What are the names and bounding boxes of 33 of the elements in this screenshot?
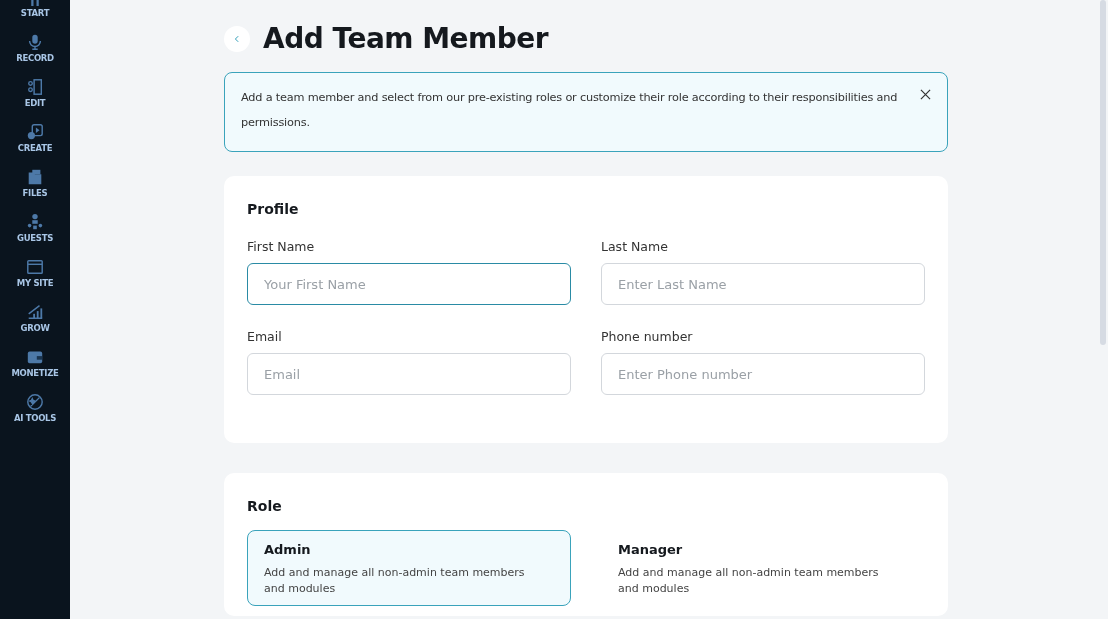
chevron-left-icon	[233, 34, 241, 43]
sidebar-item[interactable]: START	[20, 0, 50, 24]
input-field[interactable]: Your First Name	[247, 263, 571, 305]
sidebar-item[interactable]: FILES	[22, 159, 48, 204]
role-description: Add and manage all non-admin team members and modules	[264, 565, 526, 597]
field-label: Phone number	[601, 329, 694, 344]
bar-chart-icon	[26, 303, 44, 321]
people-icon	[26, 213, 44, 231]
role-name: Admin	[264, 542, 312, 557]
page-title: Add Team Member	[263, 22, 549, 55]
sidebar-item[interactable]: MONETIZE	[11, 339, 59, 384]
section-heading: Profile	[247, 201, 300, 217]
video-plus-icon	[26, 123, 44, 141]
role-name: Manager	[618, 542, 684, 557]
field-label: First Name	[247, 239, 316, 254]
field-label: Last Name	[601, 239, 669, 254]
section-heading: Role	[247, 498, 283, 514]
browser-icon	[26, 258, 44, 276]
field-label: Email	[247, 329, 283, 344]
role-description: Add and manage all non-admin team members and modules	[618, 565, 880, 597]
info-text: Add a team member and select from our pre-existing roles or customize their role according to their responsibilities and permissions.	[241, 90, 899, 131]
sidebar-item[interactable]: MY SITE	[16, 249, 54, 294]
sidebar-item[interactable]: AI TOOLS	[13, 384, 57, 429]
close-icon	[920, 89, 931, 100]
role-option[interactable]: Admin Add and manage all non-admin team members and modules	[247, 530, 571, 606]
sidebar-item[interactable]: CREATE	[17, 114, 53, 159]
sidebar-item[interactable]: GROW	[20, 294, 50, 339]
sidebar-item[interactable]: EDIT	[24, 69, 46, 114]
sidebar-item[interactable]: GUESTS	[17, 204, 53, 249]
close-button[interactable]	[920, 89, 931, 100]
folder-icon	[26, 168, 44, 186]
microphone-icon	[26, 33, 44, 51]
sidebar-item[interactable]: RECORD	[16, 24, 54, 69]
